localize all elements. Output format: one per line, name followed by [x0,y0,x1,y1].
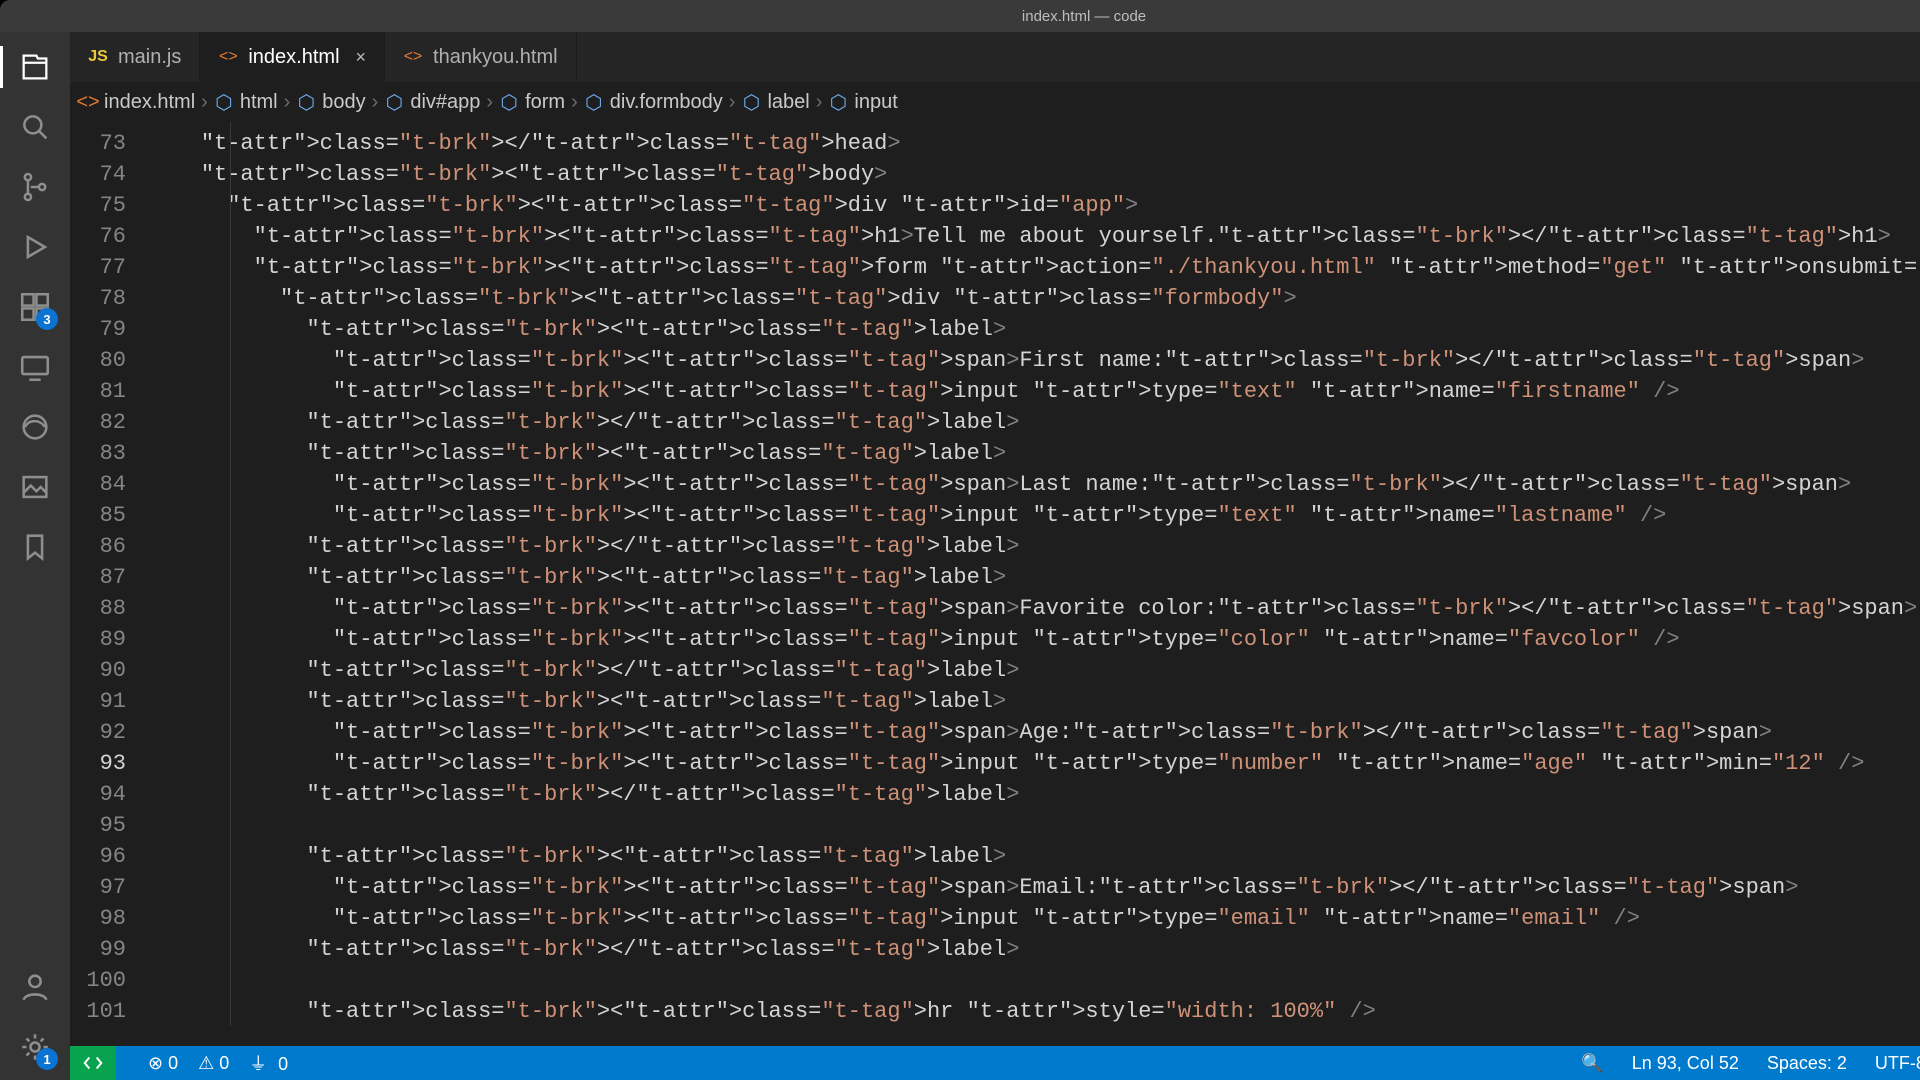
ports-count[interactable]: ⏚ 0 [249,1050,288,1076]
remote-indicator-icon[interactable] [70,1046,116,1080]
source-control-icon[interactable] [14,166,56,208]
element-icon: ⬡ [214,92,234,112]
breadcrumb[interactable]: <>index.html › ⬡html › ⬡body › ⬡div#app … [70,82,1920,122]
element-icon: ⬡ [296,92,316,112]
settings-gear-icon[interactable]: 1 [14,1026,56,1068]
element-icon: ⬡ [499,92,519,112]
element-icon: ⬡ [828,92,848,112]
html-file-icon: <> [403,47,423,67]
close-icon[interactable]: × [356,47,367,68]
tab-indexhtml[interactable]: <> index.html × [200,32,385,82]
element-icon: ⬡ [584,92,604,112]
tab-label: index.html [248,46,339,69]
tab-thankyou[interactable]: <> thankyou.html [385,32,577,82]
js-file-icon: JS [88,47,108,67]
status-bar: ⊗ 0 ⚠ 0 ⏚ 0 🔍 Ln 93, Col 52 Spaces: 2 UT… [70,1046,1920,1080]
settings-badge: 1 [36,1048,58,1070]
code-editor[interactable]: 7374757677787980818283848586878889909192… [70,122,1920,1046]
tab-mainjs[interactable]: JS main.js [70,32,200,82]
extensions-badge: 3 [36,308,58,330]
encoding[interactable]: UTF-8 [1875,1053,1920,1074]
element-icon: ⬡ [384,92,404,112]
line-numbers: 7374757677787980818283848586878889909192… [70,122,140,1046]
zoom-icon[interactable]: 🔍 [1581,1053,1603,1074]
warnings-count[interactable]: ⚠ 0 [198,1053,229,1074]
tab-label: thankyou.html [433,46,558,69]
html-file-icon: <> [78,92,98,112]
bookmark-icon[interactable] [14,526,56,568]
indentation[interactable]: Spaces: 2 [1767,1053,1847,1074]
cursor-position[interactable]: Ln 93, Col 52 [1632,1053,1739,1074]
explorer-icon[interactable] [14,46,56,88]
activity-bar: 3 1 [0,32,70,1080]
html-file-icon: <> [218,47,238,67]
window-title: index.html — code [1022,8,1146,25]
search-icon[interactable] [14,106,56,148]
tab-label: main.js [118,46,181,69]
element-icon: ⬡ [741,92,761,112]
remote-icon[interactable] [14,346,56,388]
picture-icon[interactable] [14,466,56,508]
account-icon[interactable] [14,966,56,1008]
editor-window: index.html — code 3 [0,0,1920,1080]
errors-count[interactable]: ⊗ 0 [148,1053,178,1074]
window-titlebar: index.html — code [0,0,1920,32]
extensions-icon[interactable]: 3 [14,286,56,328]
editor-tabs: JS main.js <> index.html × <> thankyou.h… [70,32,1920,82]
edge-icon[interactable] [14,406,56,448]
run-debug-icon[interactable] [14,226,56,268]
